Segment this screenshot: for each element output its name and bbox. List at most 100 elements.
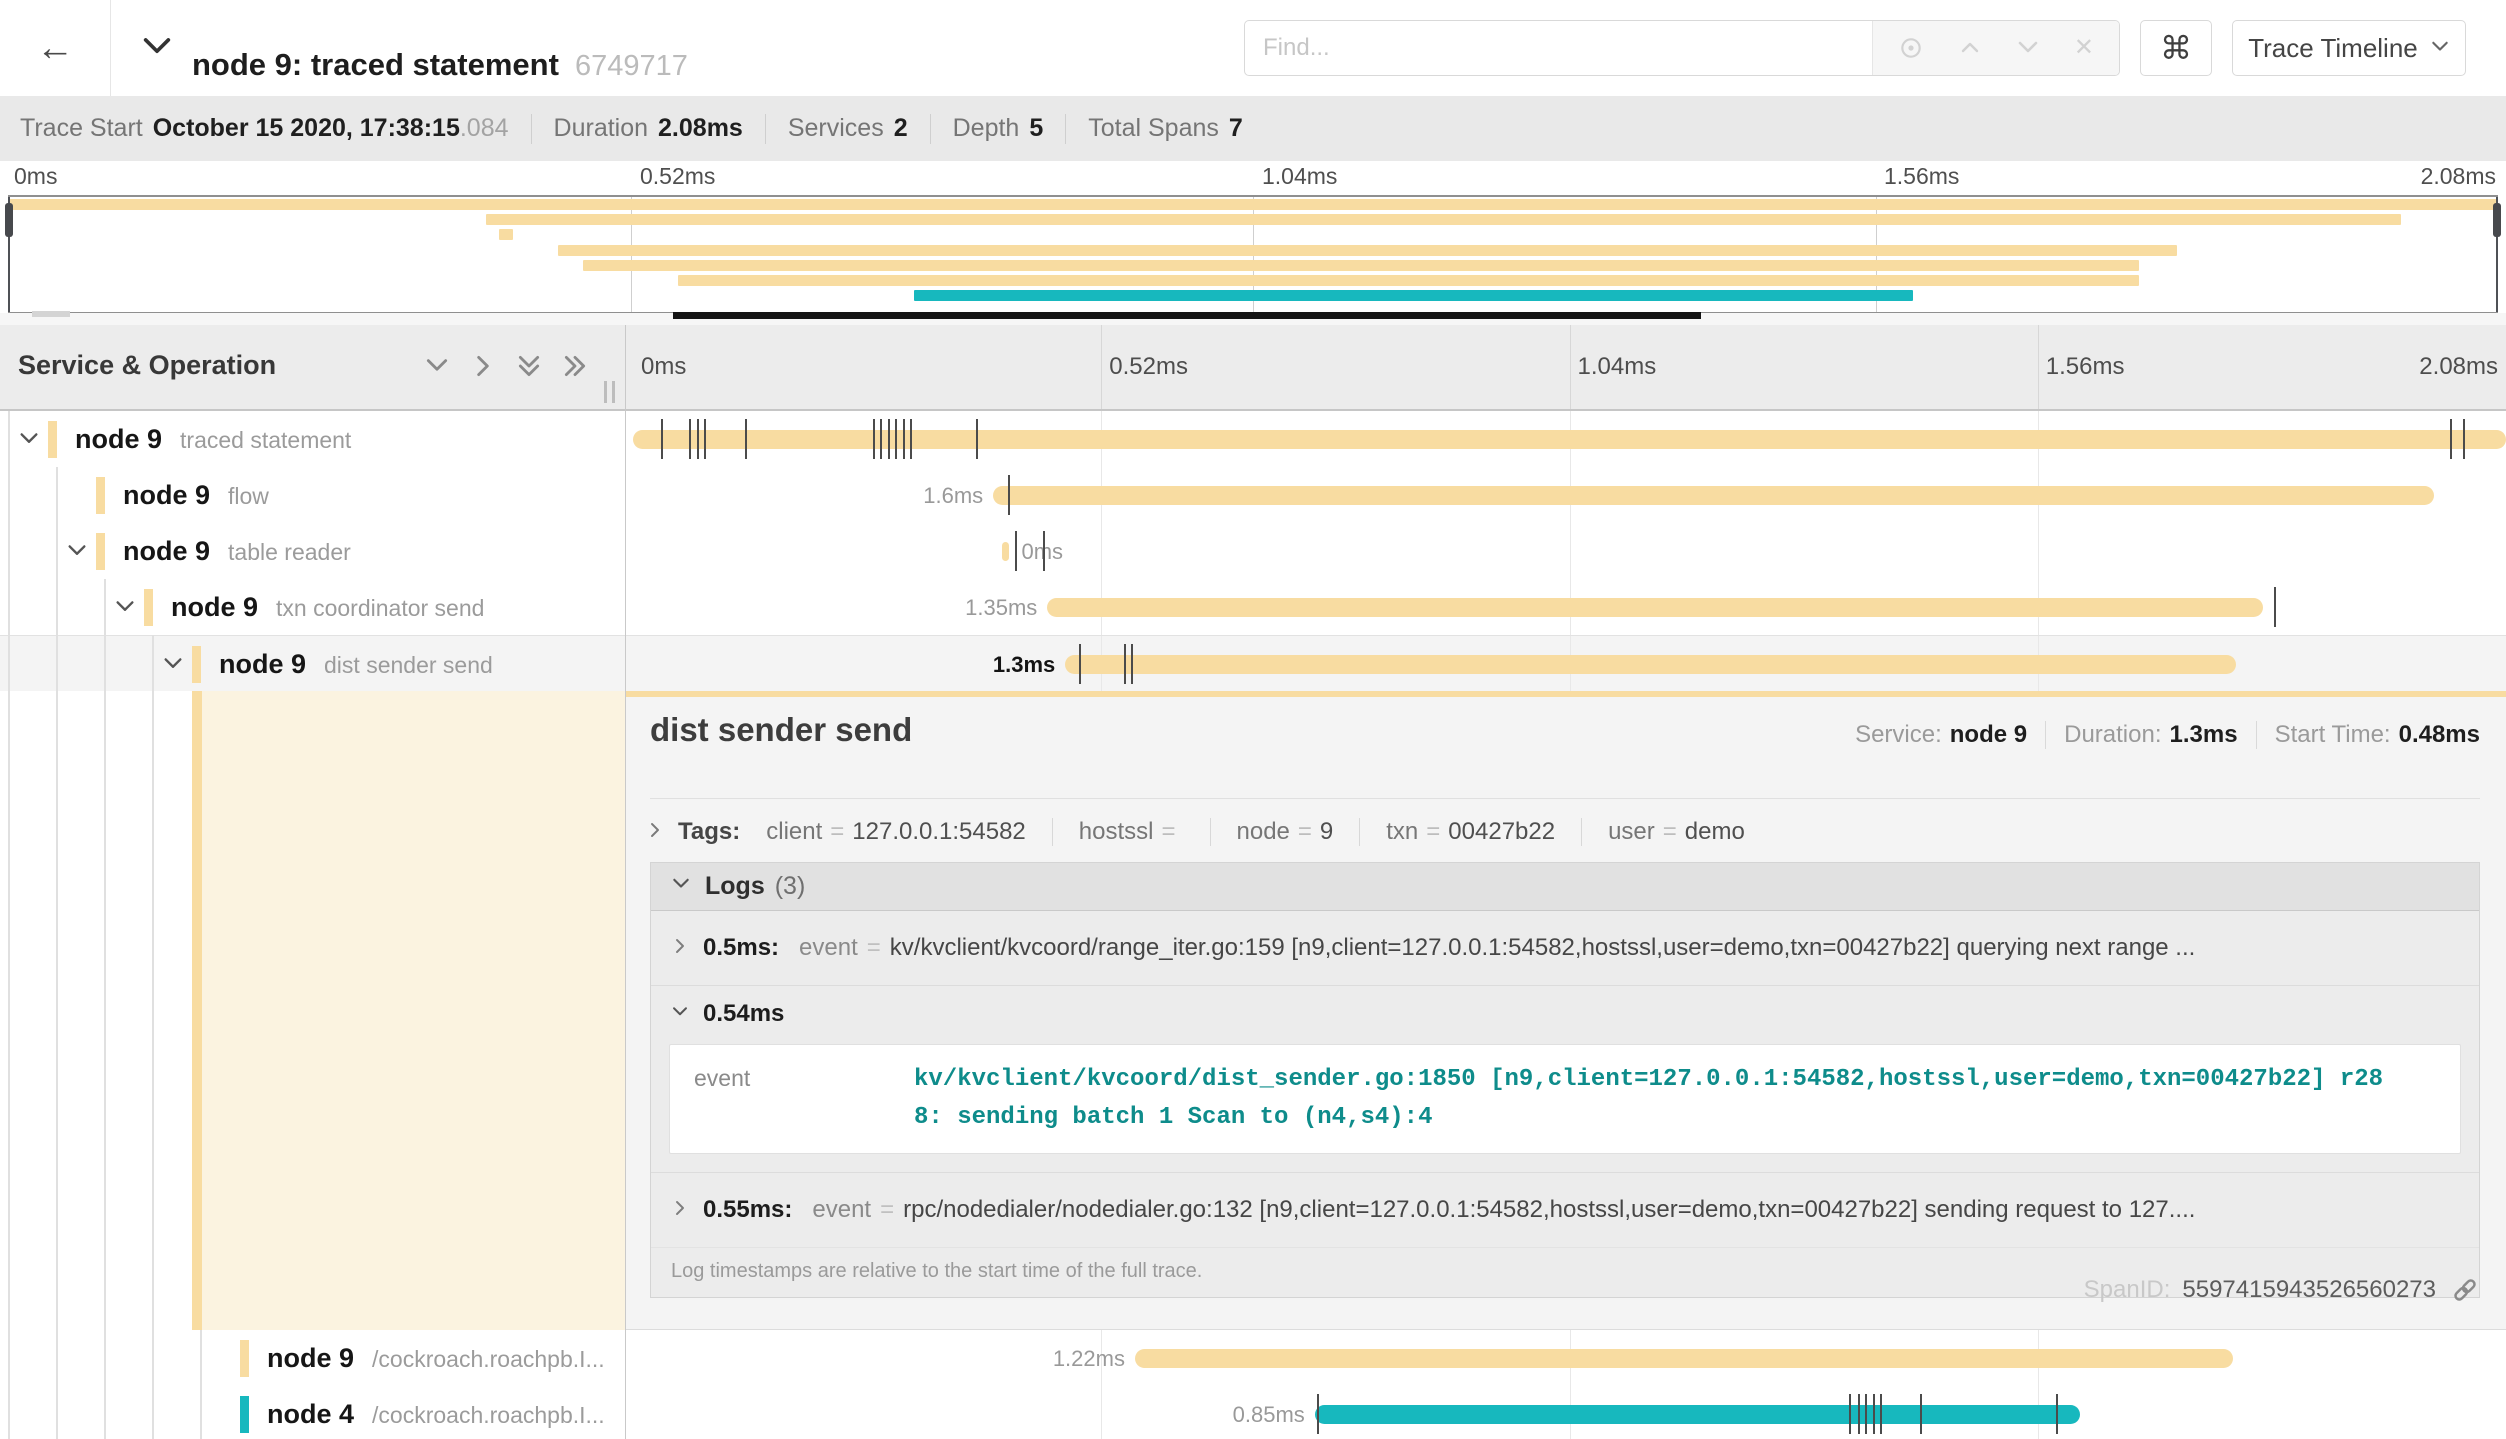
span-duration-bar[interactable] (1315, 1405, 2080, 1424)
log-entry-expanded: 0.54mseventkv/kvclient/kvcoord/dist_send… (651, 985, 2479, 1154)
detail-meta-value: 0.48ms (2399, 721, 2480, 749)
chevron-down-icon[interactable] (2016, 36, 2040, 60)
span-detail-meta: Service:node 9Duration:1.3msStart Time:0… (1855, 721, 2480, 749)
span-row-traced-statement[interactable]: node 9traced statement (0, 411, 2506, 467)
log-marker-tick (2463, 419, 2465, 459)
tag-value: 9 (1320, 818, 1333, 846)
span-duration-bar[interactable] (1065, 655, 2236, 674)
timeline-header-gridline (1101, 325, 1102, 409)
span-row-cockroach-roachpb-i[interactable]: node 4/cockroach.roachpb.I...0.85ms (0, 1386, 2506, 1439)
copy-link-icon[interactable] (2450, 1275, 2480, 1305)
scrubber-handle[interactable] (5, 203, 13, 237)
chevron-right-icon (646, 818, 664, 846)
log-entry-header[interactable]: 0.54ms (651, 986, 2479, 1034)
minimap-span-bar (8, 199, 2498, 210)
span-row-flow[interactable]: node 9flow 1.6ms (0, 467, 2506, 523)
span-duration-label: 1.6ms (923, 483, 983, 509)
service-color-bar (96, 533, 105, 570)
row-chevron-down-icon[interactable] (18, 428, 40, 455)
span-row-cockroach-roachpb-i[interactable]: node 9/cockroach.roachpb.I...1.22ms (0, 1330, 2506, 1386)
minimap-span-graph[interactable] (8, 195, 2498, 314)
operation-name: txn coordinator send (276, 595, 484, 621)
minimap-span-bar (499, 229, 514, 240)
keyboard-shortcuts-button[interactable]: ⌘ (2140, 20, 2212, 76)
log-marker-tick (1880, 1394, 1882, 1434)
span-duration-bar[interactable] (1047, 598, 2263, 617)
row-chevron-down-icon[interactable] (66, 540, 88, 567)
meta-label: Depth (953, 114, 1020, 143)
log-marker-tick (1015, 531, 1017, 571)
log-timestamp: 0.5ms: (703, 934, 779, 962)
span-row-txn-coordinator-send[interactable]: node 9txn coordinator send1.35ms (0, 579, 2506, 635)
logs-title: Logs (705, 872, 765, 901)
logs-header[interactable]: Logs(3) (651, 863, 2479, 911)
column-divider[interactable] (625, 325, 626, 1439)
logs-accordian: Logs(3)0.5ms:event=kv/kvclient/kvcoord/r… (650, 862, 2480, 1298)
log-marker-tick (1920, 1394, 1922, 1434)
span-duration-bar[interactable] (993, 486, 2434, 505)
log-marker-tick (1865, 1394, 1867, 1434)
timeline-gridline (1570, 523, 1571, 579)
locate-icon[interactable] (1898, 35, 1924, 61)
tags-accordian[interactable]: Tags:client=127.0.0.1:54582hostssl=node=… (646, 809, 1745, 855)
span-duration-bar[interactable] (633, 430, 2506, 449)
log-entry[interactable]: 0.5ms:event=kv/kvclient/kvcoord/range_it… (651, 911, 2479, 985)
service-color-bar (144, 589, 153, 626)
log-marker-tick (2450, 419, 2452, 459)
log-field-value-mono: kv/kvclient/kvcoord/dist_sender.go:1850 … (914, 1045, 2414, 1153)
span-duration-label: 1.35ms (965, 595, 1037, 621)
log-marker-tick (873, 419, 875, 459)
minimap-span-bar (486, 214, 2401, 225)
minimap-scrubber-left[interactable] (8, 197, 10, 312)
expand-one-icon[interactable] (470, 353, 496, 379)
column-resize-handle[interactable] (604, 381, 615, 403)
tag-value: 00427b22 (1448, 818, 1555, 846)
timeline-gridline (1101, 523, 1102, 579)
span-duration-bar[interactable] (1135, 1349, 2234, 1368)
log-marker-tick (1131, 644, 1133, 684)
find-group: ✕ (1244, 20, 2120, 76)
back-button[interactable]: ← (30, 28, 80, 68)
minimap-span-bar (558, 245, 2177, 256)
log-field-value: rpc/nodedialer/nodedialer.go:132 [n9,cli… (903, 1196, 2195, 1224)
row-chevron-down-icon[interactable] (114, 596, 136, 623)
row-chevron-down-icon[interactable] (162, 653, 184, 680)
minimap-focus-bar[interactable] (673, 312, 1701, 319)
trace-collapse-chevron-icon[interactable] (140, 30, 174, 69)
chevron-right-icon (671, 1196, 689, 1224)
log-entry[interactable]: 0.55ms:event=rpc/nodedialer/nodedialer.g… (651, 1172, 2479, 1247)
tag-equals: = (1298, 818, 1312, 846)
log-marker-tick (2274, 587, 2276, 627)
timeline-gridline (1101, 1386, 1102, 1439)
trace-view-dropdown[interactable]: Trace Timeline (2232, 20, 2466, 76)
collapse-one-icon[interactable] (424, 353, 450, 379)
log-marker-tick (704, 419, 706, 459)
span-detail-color-bar (192, 691, 202, 1330)
span-row-dist-sender-send[interactable]: node 9dist sender send1.3ms (0, 635, 2506, 691)
trace-id: 6749717 (575, 50, 688, 82)
span-duration-bar[interactable] (1002, 542, 1009, 561)
minimap-tick-label: 0ms (14, 163, 57, 190)
log-marker-tick (2056, 1394, 2058, 1434)
service-name: node 9table reader (123, 536, 351, 567)
detail-meta-label: Duration: (2064, 721, 2161, 749)
back-section: ← (0, 0, 111, 96)
meta-separator (930, 114, 931, 144)
chevron-up-icon[interactable] (1958, 36, 1982, 60)
log-timestamp: 0.55ms: (703, 1196, 792, 1224)
scrubber-handle[interactable] (2493, 203, 2501, 237)
service-name: node 9flow (123, 480, 269, 511)
meta-label: Total Spans (1088, 114, 1219, 143)
find-suffix: ✕ (1872, 21, 2119, 75)
minimap-scrubber-right[interactable] (2496, 197, 2498, 312)
expand-all-icon[interactable] (562, 353, 588, 379)
page-title: node 9: traced statement6749717 (192, 47, 688, 83)
find-input[interactable] (1245, 21, 1872, 75)
collapse-all-icon[interactable] (516, 353, 542, 379)
span-row-table-reader[interactable]: node 9table reader0ms (0, 523, 2506, 579)
trace-timeline-page: ← node 9: traced statement6749717 ✕ ⌘ Tr… (0, 0, 2506, 1439)
clear-icon[interactable]: ✕ (2074, 36, 2094, 60)
span-duration-label: 1.3ms (993, 652, 1055, 678)
chevron-down-icon (671, 872, 691, 901)
operation-name: traced statement (180, 427, 351, 453)
